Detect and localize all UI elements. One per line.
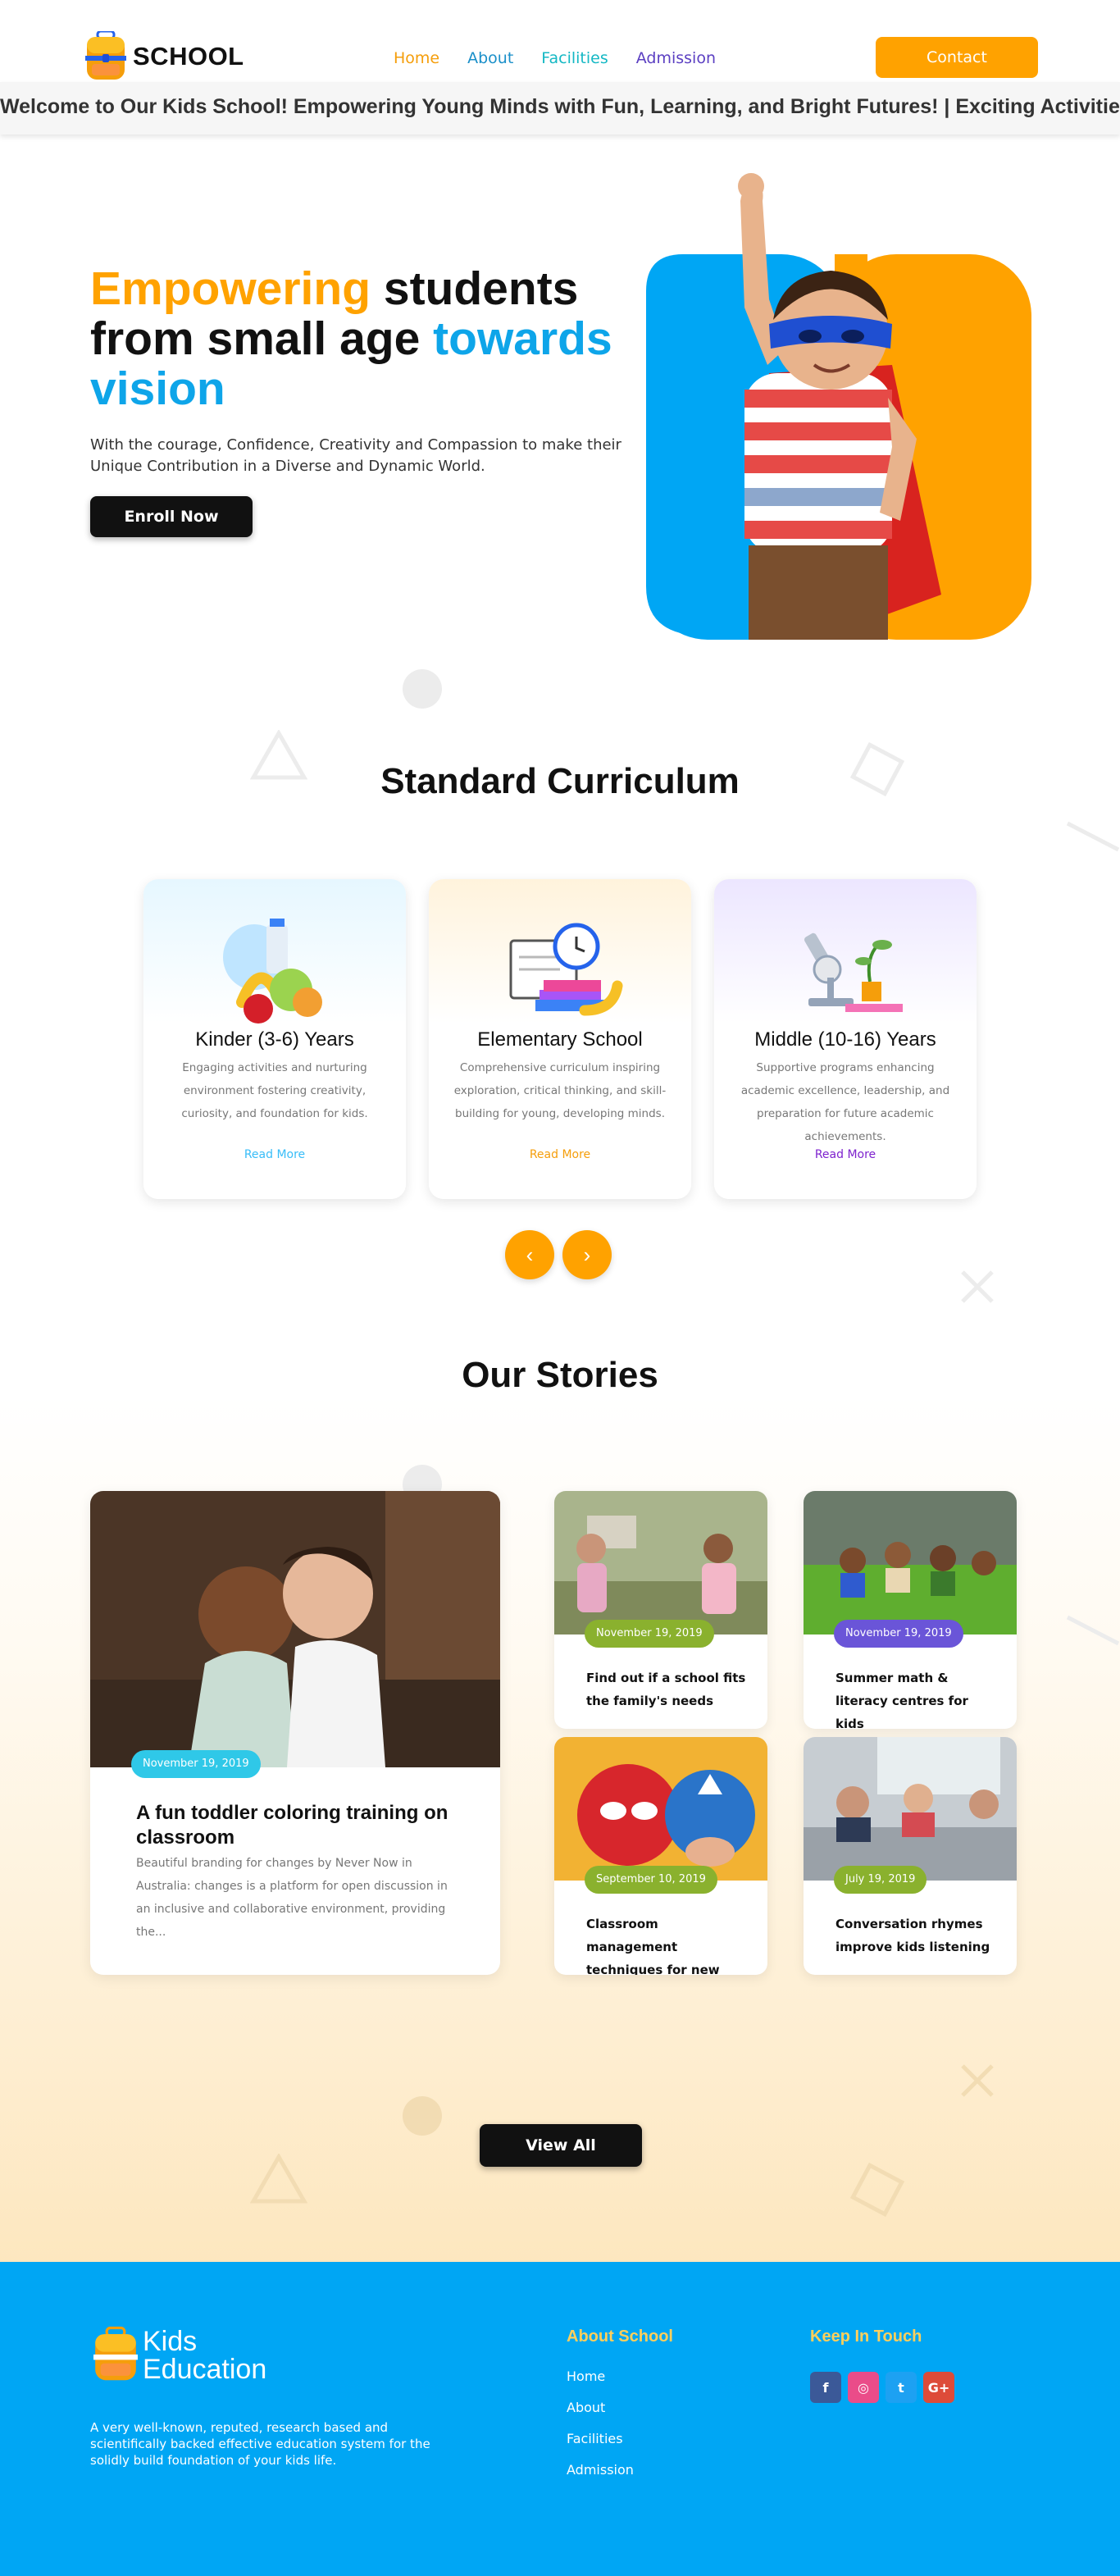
dribbble-icon[interactable]: ◎ xyxy=(848,2372,879,2403)
nav-link-facilities[interactable]: Facilities xyxy=(541,49,608,67)
top-navigation: SCHOOL Home About Facilities Admission C… xyxy=(0,0,1120,82)
hero-subtitle: With the courage, Confidence, Creativity… xyxy=(90,436,621,475)
story-title: Find out if a school fits the family's n… xyxy=(586,1671,746,1708)
card-read-more-link[interactable]: Read More xyxy=(714,1148,977,1161)
decor-line-shape xyxy=(1066,821,1120,852)
story-card[interactable]: November 19, 2019 Find out if a school f… xyxy=(554,1491,767,1729)
toddlers-hugging-photo xyxy=(90,1491,500,1767)
story-card[interactable]: November 19, 2019 Summer math & literacy… xyxy=(804,1491,1017,1729)
school-bag-icon xyxy=(93,2326,138,2381)
decor-line-shape xyxy=(1066,1615,1120,1646)
curriculum-card-middle[interactable]: Middle (10-16) Years Supportive programs… xyxy=(714,879,977,1199)
welcome-marquee: Welcome to Our Kids School! Empowering Y… xyxy=(0,82,1120,134)
featured-story-excerpt: Beautiful branding for changes by Never … xyxy=(136,1857,448,1939)
enroll-now-button[interactable]: Enroll Now xyxy=(90,496,253,537)
hero-title: Empowering students from small age towar… xyxy=(90,264,648,414)
card-title: Middle (10-16) Years xyxy=(754,1028,936,1051)
footer-link-about[interactable]: About xyxy=(567,2400,605,2415)
card-title: Elementary School xyxy=(477,1028,643,1051)
marquee-text: Welcome to Our Kids School! Empowering Y… xyxy=(0,95,1120,118)
story-date-badge: November 19, 2019 xyxy=(585,1620,714,1648)
social-links: f ◎ t G+ xyxy=(810,2372,954,2403)
footer-link-admission[interactable]: Admission xyxy=(567,2462,634,2478)
carousel-prev-button[interactable]: ‹ xyxy=(505,1230,554,1279)
card-title: Kinder (3-6) Years xyxy=(195,1028,354,1051)
decor-diamond-shape xyxy=(849,2162,905,2218)
footer-link-home[interactable]: Home xyxy=(567,2369,605,2384)
story-title: Conversation rhymes improve kids listeni… xyxy=(835,1917,990,1954)
story-title: Summer math & literacy centres for kids xyxy=(835,1671,968,1729)
card-read-more-link[interactable]: Read More xyxy=(429,1148,691,1161)
facebook-icon[interactable]: f xyxy=(810,2372,841,2403)
story-title: Classroom management techniques for new … xyxy=(586,1917,720,1975)
kids-in-superhero-masks-photo xyxy=(554,1737,767,1881)
hero-title-highlight-1: Empowering xyxy=(90,262,371,315)
hero-superhero-kid-image xyxy=(646,173,1031,640)
footer-logo-line-2: Education xyxy=(143,2354,267,2385)
card-description: Engaging activities and nurturing enviro… xyxy=(181,1061,368,1120)
kids-on-grass-photo xyxy=(804,1491,1017,1635)
nav-link-about[interactable]: About xyxy=(467,49,513,67)
decor-triangle-shape xyxy=(250,2154,307,2204)
fruits-and-milk-icon xyxy=(223,919,322,1024)
footer-about-links: Home About Facilities Admission xyxy=(567,2369,634,2493)
logo-text: SCHOOL xyxy=(133,42,244,71)
story-card[interactable]: July 19, 2019 Conversation rhymes improv… xyxy=(804,1737,1017,1975)
twitter-icon[interactable]: t xyxy=(886,2372,917,2403)
curriculum-card-elementary[interactable]: Elementary School Comprehensive curricul… xyxy=(429,879,691,1199)
featured-story-card[interactable]: November 19, 2019 A fun toddler coloring… xyxy=(90,1491,500,1975)
decor-cross-shape xyxy=(961,2064,994,2097)
curriculum-card-kinder[interactable]: Kinder (3-6) Years Engaging activities a… xyxy=(143,879,406,1199)
decor-circle-shape xyxy=(403,2096,442,2136)
decor-cross-shape xyxy=(961,1270,994,1303)
google-plus-icon[interactable]: G+ xyxy=(923,2372,954,2403)
school-logo[interactable]: SCHOOL xyxy=(85,31,244,82)
site-footer: Kids Education A very well-known, repute… xyxy=(0,2262,1120,2576)
books-and-clock-icon xyxy=(509,923,623,1016)
story-date-badge: November 19, 2019 xyxy=(131,1750,261,1778)
footer-description: A very well-known, reputed, research bas… xyxy=(90,2420,430,2468)
nav-link-home[interactable]: Home xyxy=(394,49,439,67)
school-bag-icon xyxy=(85,31,126,80)
footer-logo-line-1: Kids xyxy=(143,2326,198,2357)
story-date-badge: September 10, 2019 xyxy=(585,1866,717,1894)
stories-title: Our Stories xyxy=(462,1355,658,1395)
kids-at-table-photo xyxy=(804,1737,1017,1881)
footer-link-facilities[interactable]: Facilities xyxy=(567,2431,623,2446)
story-date-badge: November 19, 2019 xyxy=(834,1620,963,1648)
card-read-more-link[interactable]: Read More xyxy=(143,1148,406,1161)
curriculum-title: Standard Curriculum xyxy=(380,761,740,801)
carousel-next-button[interactable]: › xyxy=(562,1230,612,1279)
microscope-and-plant-icon xyxy=(804,932,903,1012)
featured-story-title: A fun toddler coloring training on class… xyxy=(136,1802,448,1849)
footer-contact-heading: Keep In Touch xyxy=(810,2328,922,2346)
story-date-badge: July 19, 2019 xyxy=(834,1866,927,1894)
nav-link-admission[interactable]: Admission xyxy=(636,49,716,67)
main-menu: Home About Facilities Admission xyxy=(394,49,716,67)
footer-logo[interactable]: Kids Education xyxy=(93,2326,266,2385)
view-all-stories-button[interactable]: View All xyxy=(480,2124,642,2167)
story-card[interactable]: September 10, 2019 Classroom management … xyxy=(554,1737,767,1975)
footer-about-heading: About School xyxy=(567,2328,673,2346)
decor-circle-shape xyxy=(403,669,442,709)
card-description: Comprehensive curriculum inspiring explo… xyxy=(453,1061,667,1120)
contact-button[interactable]: Contact xyxy=(876,37,1038,78)
kids-outdoors-photo xyxy=(554,1491,767,1635)
card-description: Supportive programs enhancing academic e… xyxy=(740,1061,950,1143)
